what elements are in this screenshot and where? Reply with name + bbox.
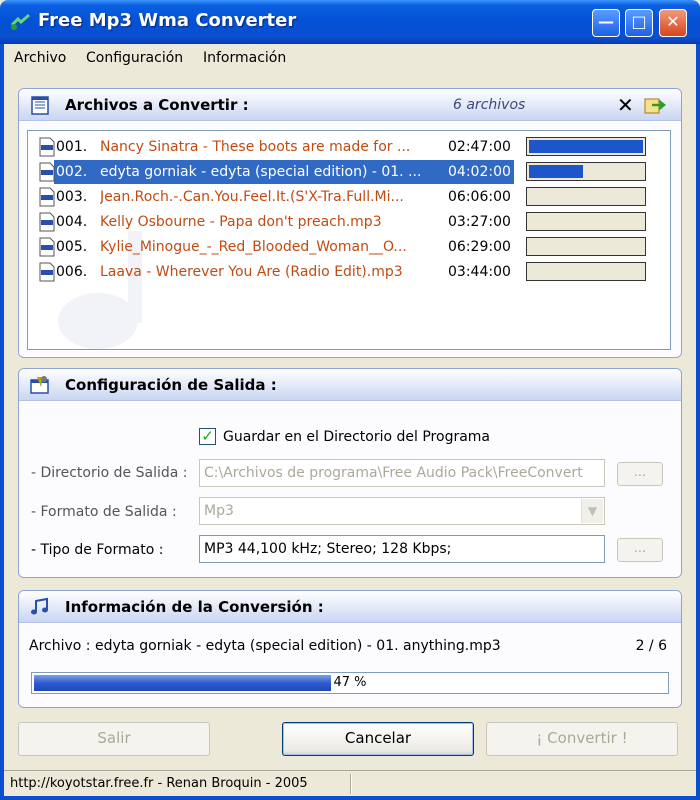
format-type-field[interactable]: MP3 44,100 kHz; Stereo; 128 Kbps;	[199, 535, 605, 563]
output-format-select[interactable]: Mp3	[199, 497, 605, 525]
file-counter: 2 / 6	[635, 638, 667, 654]
file-number: 004.	[56, 214, 88, 230]
file-number: 006.	[56, 264, 88, 280]
app-icon	[10, 13, 30, 30]
music-note-icon	[31, 597, 48, 615]
output-format-label: - Formato de Salida :	[31, 504, 177, 520]
status-bar: http://koyotstar.free.fr - Renan Broquin…	[4, 770, 696, 796]
file-list-row[interactable]: 001. Nancy Sinatra - These boots are made…	[34, 135, 664, 159]
save-in-program-dir-label: Guardar en el Directorio del Programa	[223, 429, 491, 445]
menu-bar: Archivo Configuración Información	[4, 44, 696, 72]
wma-file-icon	[39, 162, 55, 182]
close-button[interactable]: ✕	[659, 9, 687, 37]
menu-archivo[interactable]: Archivo	[14, 50, 66, 66]
file-number: 001.	[56, 139, 88, 155]
maximize-button[interactable]: □	[625, 9, 653, 37]
status-text: http://koyotstar.free.fr - Renan Broquin…	[10, 776, 308, 791]
output-config-body: ✓ Guardar en el Directorio del Programa …	[19, 402, 681, 577]
title-bar[interactable]: Free Mp3 Wma Converter — □ ✕	[0, 0, 700, 44]
status-divider	[350, 774, 352, 794]
file-progress-bar	[526, 187, 646, 206]
file-progress-bar	[526, 262, 646, 281]
output-dir-field[interactable]: C:\Archivos de programa\Free Audio Pack\…	[199, 459, 605, 487]
cancel-button[interactable]: Cancelar	[282, 722, 474, 756]
output-format-value: Mp3	[204, 503, 234, 519]
format-type-label: - Tipo de Formato :	[31, 542, 164, 558]
menu-configuracion[interactable]: Configuración	[86, 50, 183, 66]
conversion-info-title: Información de la Conversión :	[65, 598, 324, 616]
browse-output-dir-button[interactable]: ...	[617, 462, 663, 486]
clear-list-icon[interactable]: ✕	[617, 93, 634, 117]
output-dir-label: - Directorio de Salida :	[31, 465, 188, 481]
file-name: Jean.Roch.-.Can.You.Feel.It.(S'X-Tra.Ful…	[100, 189, 404, 205]
conversion-info-header: Información de la Conversión :	[19, 591, 681, 623]
file-duration: 06:06:00	[448, 189, 511, 205]
output-config-title: Configuración de Salida :	[65, 376, 277, 394]
files-panel: Archivos a Convertir : 6 archivos ✕ 001.…	[18, 88, 682, 358]
file-duration: 03:27:00	[448, 214, 511, 230]
current-file-label: Archivo : edyta gorniak - edyta (special…	[29, 638, 501, 654]
file-list[interactable]: 001. Nancy Sinatra - These boots are made…	[27, 130, 671, 350]
file-progress-fill	[529, 165, 583, 178]
file-progress-bar	[526, 237, 646, 256]
minimize-button[interactable]: —	[592, 9, 620, 37]
conversion-info-body: Archivo : edyta gorniak - edyta (special…	[19, 624, 681, 707]
save-in-program-dir-checkbox[interactable]: ✓	[199, 428, 216, 445]
exit-button[interactable]: Salir	[18, 722, 210, 756]
convert-button[interactable]: ¡ Convertir !	[486, 722, 678, 756]
file-list-row[interactable]: 003. Jean.Roch.-.Can.You.Feel.It.(S'X-Tra…	[34, 185, 664, 209]
file-list-row[interactable]: 004. Kelly Osbourne - Papa don't preach.m…	[34, 210, 664, 234]
file-number: 002.	[56, 164, 88, 180]
file-list-row[interactable]: 002. edyta gorniak - edyta (special editi…	[34, 160, 664, 184]
browse-format-type-button[interactable]: ...	[617, 538, 663, 562]
files-panel-header: Archivos a Convertir : 6 archivos ✕	[19, 89, 681, 121]
window-title: Free Mp3 Wma Converter	[38, 10, 297, 31]
export-icon[interactable]	[643, 95, 667, 115]
file-progress-bar	[526, 162, 646, 181]
conversion-progress-text: 47 %	[333, 675, 367, 690]
file-duration: 06:29:00	[448, 239, 511, 255]
file-list-row[interactable]: 005. Kylie_Minogue_-_Red_Blooded_Woman__O…	[34, 235, 664, 259]
file-progress-bar	[526, 137, 646, 156]
chevron-down-icon[interactable]: ▼	[581, 499, 603, 523]
file-name: Kylie_Minogue_-_Red_Blooded_Woman__O...	[100, 239, 407, 255]
notepad-icon	[31, 96, 49, 115]
file-name: Laava - Wherever You Are (Radio Edit).mp…	[100, 264, 403, 280]
settings-window-icon	[30, 376, 49, 394]
file-progress-bar	[526, 212, 646, 231]
output-config-panel: Configuración de Salida : ✓ Guardar en e…	[18, 368, 682, 578]
wma-file-icon	[39, 137, 55, 157]
conversion-progress-bar: 47 %	[31, 672, 669, 694]
file-name: Kelly Osbourne - Papa don't preach.mp3	[100, 214, 382, 230]
conversion-info-panel: Información de la Conversión : Archivo :…	[18, 590, 682, 708]
wma-file-icon	[39, 212, 55, 232]
file-progress-fill	[529, 140, 643, 153]
wma-file-icon	[39, 187, 55, 207]
file-name: edyta gorniak - edyta (special edition) …	[100, 164, 422, 180]
file-name: Nancy Sinatra - These boots are made for…	[100, 139, 411, 155]
wma-file-icon	[39, 237, 55, 257]
file-duration: 03:44:00	[448, 264, 511, 280]
file-count: 6 archivos	[453, 97, 526, 113]
output-config-header: Configuración de Salida :	[19, 369, 681, 401]
wma-file-icon	[39, 262, 55, 282]
file-number: 005.	[56, 239, 88, 255]
file-duration: 02:47:00	[448, 139, 511, 155]
file-number: 003.	[56, 189, 88, 205]
file-list-row[interactable]: 006. Laava - Wherever You Are (Radio Edit…	[34, 260, 664, 284]
file-duration: 04:02:00	[448, 164, 511, 180]
files-panel-body: 001. Nancy Sinatra - These boots are made…	[19, 122, 681, 357]
menu-informacion[interactable]: Información	[203, 50, 286, 66]
files-panel-title: Archivos a Convertir :	[65, 96, 249, 114]
